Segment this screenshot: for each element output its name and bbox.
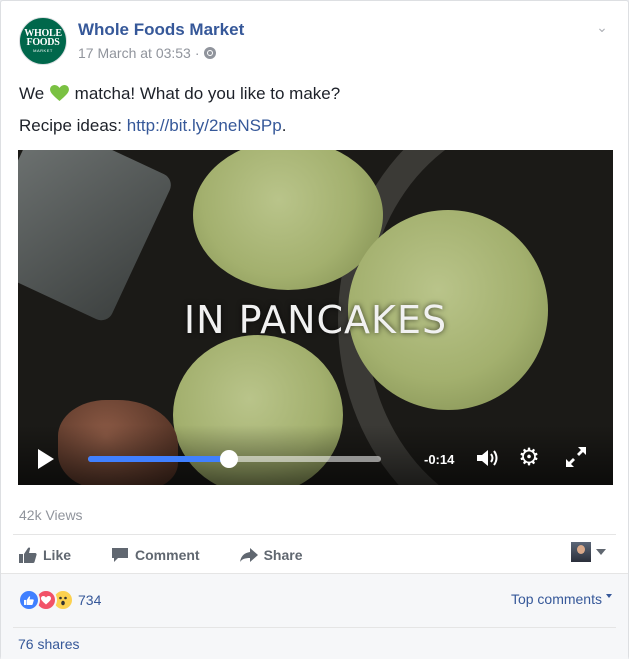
share-arrow-icon <box>239 548 258 562</box>
action-bar: Like Comment Share <box>19 544 343 566</box>
globe-icon <box>203 47 216 59</box>
logo-text-2: FOODS <box>26 37 60 48</box>
top-comments-dropdown[interactable]: Top comments <box>511 591 612 607</box>
reaction-summary[interactable]: 734 <box>18 589 101 611</box>
share-count[interactable]: 76 shares <box>18 636 79 652</box>
progress-knob[interactable] <box>219 450 238 468</box>
volume-icon[interactable] <box>475 446 505 470</box>
meta-separator: · <box>194 45 200 61</box>
chevron-down-icon[interactable]: ⌄ <box>594 20 610 36</box>
video-caption: IN PANCAKES <box>183 298 448 342</box>
share-label: Share <box>263 547 303 563</box>
share-button[interactable]: Share <box>239 547 303 563</box>
post-as-selector[interactable] <box>571 542 606 562</box>
page-name-link[interactable]: Whole Foods Market <box>78 20 244 40</box>
page-avatar[interactable]: WHOLE FOODS MARKET <box>19 17 67 65</box>
user-avatar <box>571 542 591 562</box>
like-button[interactable]: Like <box>19 547 71 563</box>
gear-icon[interactable]: ⚙ <box>516 445 542 471</box>
recipe-label: Recipe ideas: <box>19 116 123 135</box>
logo-text-3: MARKET <box>33 48 53 53</box>
play-icon[interactable] <box>38 449 54 469</box>
caret-down-icon <box>596 549 606 555</box>
reaction-count[interactable]: 734 <box>78 592 101 608</box>
divider <box>13 534 616 535</box>
comment-label: Comment <box>135 547 200 563</box>
progress-fill <box>88 456 229 462</box>
recipe-link[interactable]: http://bit.ly/2neNSPp <box>127 116 282 135</box>
view-count: 42k Views <box>19 507 83 523</box>
video-player[interactable]: IN PANCAKES -0:14 ⚙ <box>18 150 613 485</box>
post-card: WHOLE FOODS MARKET Whole Foods Market 17… <box>0 0 629 659</box>
green-heart-icon <box>49 85 69 102</box>
post-timestamp[interactable]: 17 March at 03:53 <box>78 45 191 61</box>
like-reaction-icon <box>18 589 40 611</box>
post-text-line2: Recipe ideas: http://bit.ly/2neNSPp. <box>19 116 286 136</box>
time-remaining: -0:14 <box>424 452 455 467</box>
top-comments-label: Top comments <box>510 591 602 607</box>
comment-icon <box>112 548 129 562</box>
post-text-we: We <box>19 84 45 103</box>
post-text-line1: We matcha! What do you like to make? <box>19 84 340 104</box>
post-meta: 17 March at 03:53 · <box>78 45 216 61</box>
video-controls: -0:14 ⚙ <box>18 425 613 485</box>
caret-down-icon <box>606 594 612 598</box>
divider <box>13 627 616 628</box>
post-header: WHOLE FOODS MARKET Whole Foods Market 17… <box>19 17 618 65</box>
post-text-matcha: matcha! What do you like to make? <box>74 84 341 103</box>
recipe-period: . <box>281 116 287 135</box>
comment-button[interactable]: Comment <box>111 547 200 563</box>
fullscreen-icon[interactable] <box>564 445 588 469</box>
like-label: Like <box>43 547 72 563</box>
progress-track[interactable] <box>88 450 381 468</box>
thumbs-up-icon <box>19 547 37 563</box>
reactions-section: 734 Top comments 76 shares <box>1 573 628 659</box>
